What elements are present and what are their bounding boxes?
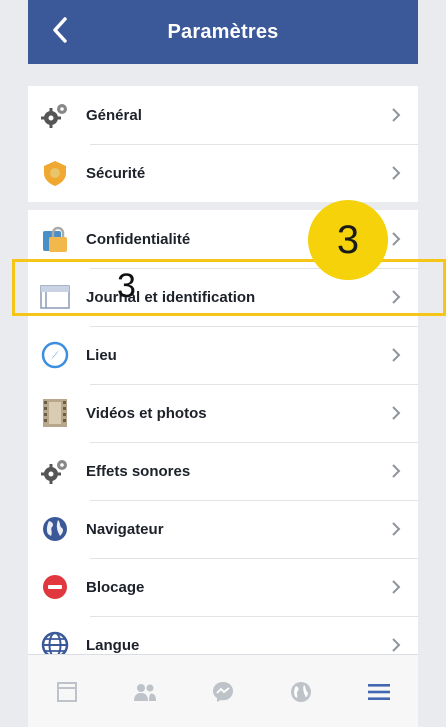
menu-icon[interactable] (359, 672, 399, 712)
settings-item-sound-effects[interactable]: Effets sonores (28, 442, 418, 500)
chevron-right-icon (384, 107, 408, 123)
settings-item-general[interactable]: Général (28, 86, 418, 144)
settings-item-browser[interactable]: Navigateur (28, 500, 418, 558)
chevron-right-icon (384, 579, 408, 595)
chevron-right-icon (384, 637, 408, 653)
back-chevron-icon[interactable] (46, 10, 74, 50)
bottom-tab-bar (28, 654, 418, 727)
location-compass-icon (38, 338, 72, 372)
chevron-right-icon (384, 289, 408, 305)
timeline-icon (38, 280, 72, 314)
settings-item-security[interactable]: Sécurité (28, 144, 418, 202)
gears-icon (38, 454, 72, 488)
settings-item-label: Général (86, 106, 142, 124)
settings-item-label: Sécurité (86, 164, 146, 182)
gears-icon (38, 98, 72, 132)
film-icon (38, 396, 72, 430)
settings-item-location[interactable]: Lieu (28, 326, 418, 384)
chevron-right-icon (384, 405, 408, 421)
feed-icon[interactable] (47, 672, 87, 712)
step-badge: 3 (308, 200, 388, 280)
settings-item-label: Effets sonores (86, 462, 191, 480)
globe-icon (38, 512, 72, 546)
settings-item-label: Vidéos et photos (86, 404, 207, 422)
shield-icon (38, 156, 72, 190)
chevron-right-icon (384, 463, 408, 479)
chevron-right-icon (384, 521, 408, 537)
block-icon (38, 570, 72, 604)
step-number-overlay: 3 (117, 267, 136, 305)
messenger-icon[interactable] (203, 672, 243, 712)
friends-icon[interactable] (125, 672, 165, 712)
lock-icon (38, 222, 72, 256)
settings-list: Général Sécurité Confidentialité Journal… (28, 64, 418, 674)
settings-item-videos-photos[interactable]: Vidéos et photos (28, 384, 418, 442)
settings-group-general: Général Sécurité (28, 86, 418, 202)
page-title: Paramètres (167, 20, 279, 43)
settings-item-label: Lieu (86, 346, 117, 364)
settings-item-label: Navigateur (86, 520, 164, 538)
settings-group-privacy: Confidentialité Journal et identificatio… (28, 210, 418, 674)
settings-screen: Paramètres Général Sécurité Confidential… (0, 0, 446, 727)
settings-item-label: Blocage (86, 578, 145, 596)
chevron-right-icon (384, 165, 408, 181)
settings-item-label: Langue (86, 636, 140, 654)
notifications-globe-icon[interactable] (281, 672, 321, 712)
settings-item-blocking[interactable]: Blocage (28, 558, 418, 616)
navigation-bar: Paramètres (28, 0, 418, 64)
chevron-right-icon (384, 347, 408, 363)
